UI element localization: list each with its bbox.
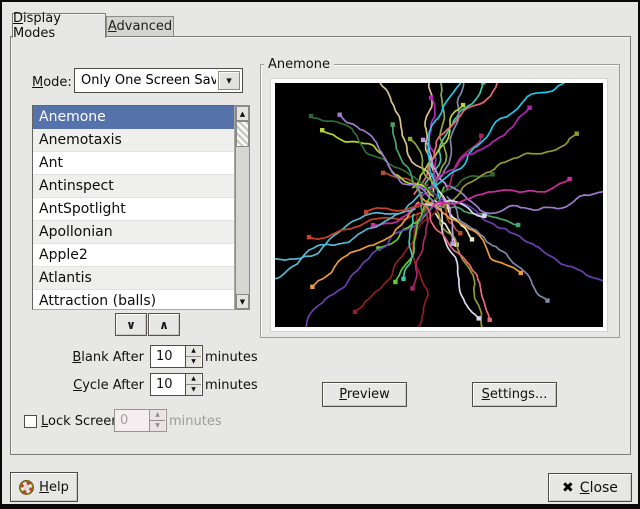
list-item[interactable]: Anemotaxis [33, 129, 234, 152]
list-item[interactable]: Ant [33, 152, 234, 175]
lock-after-spinner: ▲ ▼ [114, 409, 167, 432]
arrow-up-icon: ▲ [191, 376, 196, 382]
screensaver-list[interactable]: AnemoneAnemotaxisAntAntinspectAntSpotlig… [32, 105, 235, 310]
spin-up-button[interactable]: ▲ [186, 346, 201, 357]
select-next-button[interactable]: ∨ [115, 313, 147, 336]
settings-button-label: Settings... [482, 387, 548, 402]
cycle-after-unit: minutes [205, 378, 258, 393]
chevron-down-icon: ▾ [226, 74, 232, 87]
blank-after-label: Blank After [32, 350, 144, 365]
list-item[interactable]: AntSpotlight [33, 198, 234, 221]
preview-area [270, 78, 608, 332]
list-item[interactable]: Anemone [33, 106, 234, 129]
scroll-up-button[interactable]: ▲ [236, 106, 249, 121]
anemone-canvas [275, 83, 603, 327]
mode-select[interactable]: Only One Screen Saver ▾ [74, 68, 243, 93]
anemone-preview [275, 83, 603, 327]
list-scrollbar[interactable]: ▲ ▼ [235, 105, 250, 310]
scrollbar-thumb[interactable] [236, 121, 249, 147]
help-button[interactable]: Help [10, 472, 78, 502]
lock-screen-checkbox[interactable] [24, 415, 37, 428]
spin-down-button[interactable]: ▼ [186, 357, 201, 367]
help-lifering-icon [19, 480, 34, 495]
help-button-label: Help [39, 480, 69, 495]
arrow-down-icon: ▼ [240, 298, 245, 306]
list-item[interactable]: Antinspect [33, 175, 234, 198]
spin-down-button: ▼ [150, 421, 165, 431]
close-button[interactable]: ✖ Close [548, 473, 632, 502]
select-previous-button[interactable]: ∧ [148, 313, 180, 336]
preview-button-label: Preview [339, 387, 390, 402]
list-item[interactable]: Apollonian [33, 221, 234, 244]
tab-display-modes-label: Display Modes [13, 11, 105, 41]
preview-frame-title: Anemone [264, 57, 334, 72]
blank-after-input[interactable] [151, 346, 185, 367]
close-x-icon: ✖ [562, 480, 574, 496]
list-item[interactable]: Atlantis [33, 267, 234, 290]
arrow-up-icon: ▲ [155, 412, 160, 418]
list-item[interactable]: Apple2 [33, 244, 234, 267]
chevron-down-icon: ∨ [126, 318, 136, 332]
cycle-after-spinner: ▲ ▼ [150, 373, 203, 396]
preview-button[interactable]: Preview [322, 382, 407, 407]
tab-advanced[interactable]: Advanced [106, 16, 174, 36]
cycle-after-label: Cycle After [32, 378, 144, 393]
cycle-after-input[interactable] [151, 374, 185, 395]
arrow-up-icon: ▲ [240, 110, 245, 118]
blank-after-unit: minutes [205, 350, 258, 365]
spin-up-button: ▲ [150, 410, 165, 421]
arrow-down-icon: ▼ [191, 359, 196, 365]
chevron-up-icon: ∧ [159, 318, 169, 332]
list-item[interactable]: Attraction (balls) [33, 290, 234, 310]
screensaver-preferences-dialog: Display Modes Advanced Mode: Only One Sc… [0, 0, 640, 509]
combo-dropdown-button[interactable]: ▾ [218, 71, 240, 90]
blank-after-spinner: ▲ ▼ [150, 345, 203, 368]
close-button-label: Close [580, 480, 618, 496]
settings-button[interactable]: Settings... [472, 382, 557, 407]
lock-after-input [115, 410, 149, 431]
arrow-down-icon: ▼ [191, 387, 196, 393]
spin-down-button[interactable]: ▼ [186, 385, 201, 395]
mode-label: Mode: [32, 75, 72, 90]
tab-advanced-label: Advanced [108, 19, 172, 34]
spin-up-button[interactable]: ▲ [186, 374, 201, 385]
mode-select-value: Only One Screen Saver [75, 69, 216, 92]
arrow-down-icon: ▼ [155, 423, 160, 429]
arrow-up-icon: ▲ [191, 348, 196, 354]
tab-display-modes[interactable]: Display Modes [12, 13, 106, 38]
scroll-down-button[interactable]: ▼ [236, 294, 249, 309]
lock-after-unit: minutes [169, 414, 222, 429]
